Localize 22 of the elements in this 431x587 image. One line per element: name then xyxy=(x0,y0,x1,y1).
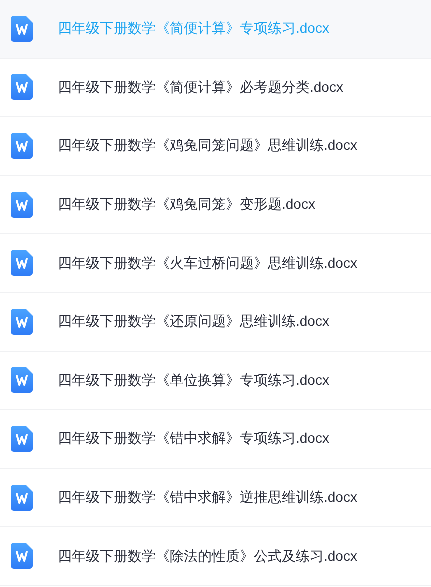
file-name: 四年级下册数学《简便计算》专项练习.docx xyxy=(58,19,330,38)
file-name: 四年级下册数学《单位换算》专项练习.docx xyxy=(58,370,330,390)
file-name: 四年级下册数学《错中求解》专项练习.docx xyxy=(58,429,330,448)
file-name: 四年级下册数学《除法的性质》公式及练习.docx xyxy=(58,546,358,566)
file-name: 四年级下册数学《错中求解》逆推思维训练.docx xyxy=(58,488,358,508)
file-name: 四年级下册数学《鸡兔同笼问题》思维训练.docx xyxy=(58,136,358,156)
document-icon xyxy=(11,367,33,394)
file-name: 四年级下册数学《简便计算》必考题分类.docx xyxy=(58,78,344,97)
file-item[interactable]: 四年级下册数学《单位换算》专项练习.docx xyxy=(0,352,431,410)
document-icon xyxy=(11,250,33,276)
document-icon xyxy=(11,16,33,42)
file-name: 四年级下册数学《火车过桥问题》思维训练.docx xyxy=(58,254,358,273)
document-icon xyxy=(11,132,33,159)
document-icon xyxy=(11,308,33,335)
file-name: 四年级下册数学《还原问题》思维训练.docx xyxy=(58,312,330,332)
document-icon xyxy=(11,484,33,511)
file-name: 四年级下册数学《鸡兔同笼》变形题.docx xyxy=(58,195,316,214)
document-icon xyxy=(11,192,33,218)
document-icon xyxy=(11,543,33,570)
document-icon xyxy=(11,426,33,452)
document-icon xyxy=(11,74,33,100)
file-item[interactable]: 四年级下册数学《简便计算》必考题分类.docx xyxy=(0,58,431,118)
